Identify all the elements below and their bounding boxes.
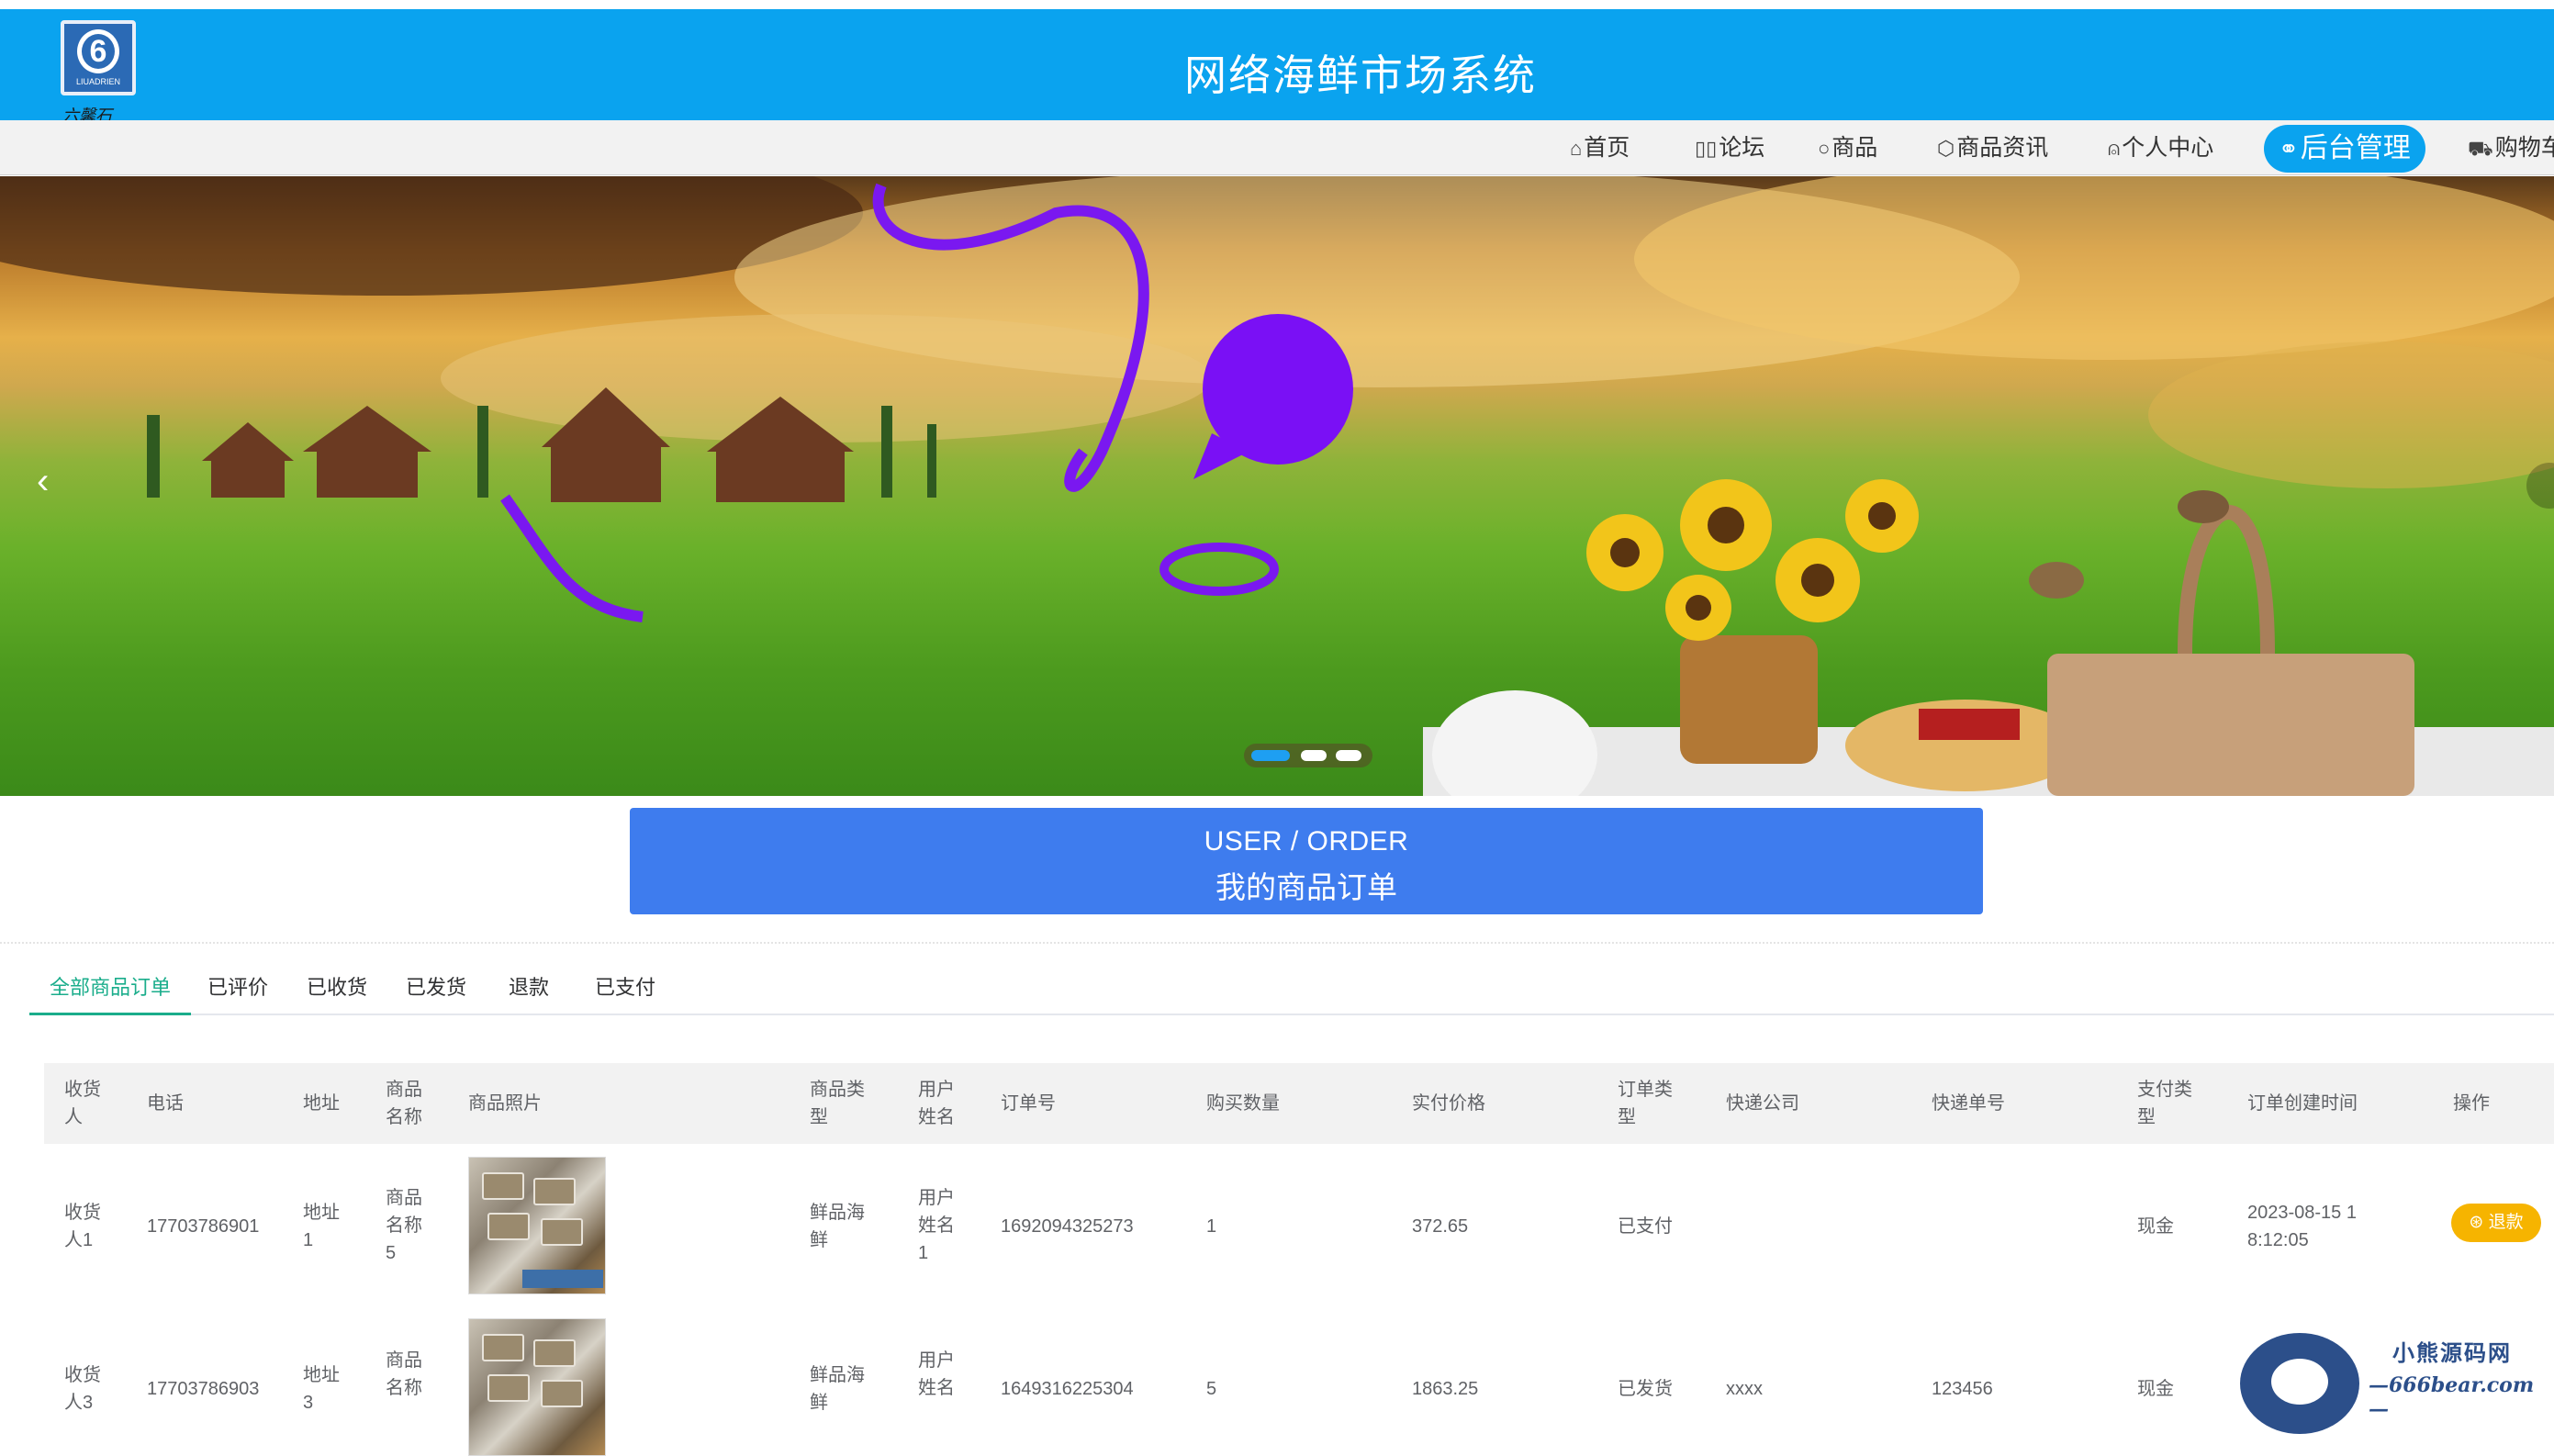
cell-address: 地址3 [303,1365,340,1413]
watermark: 小熊源码网 —666bear.com— [2231,1322,2554,1434]
cell-address: 地址1 [303,1203,340,1250]
carousel[interactable]: ‹ [0,176,2554,796]
section-divider [0,942,2554,944]
col-receiver: 收货人 [64,1080,101,1127]
tab-paid[interactable]: 已支付 [595,964,655,1015]
nav-label: 首页 [1584,135,1630,161]
carousel-indicators [1244,744,1372,767]
carousel-dot-2[interactable] [1301,750,1327,761]
tab-reviewed[interactable]: 已评价 [207,964,268,1015]
cell-product-name: 商品名称5 [386,1188,422,1263]
carousel-dot-1[interactable] [1251,750,1290,761]
order-tabs: 全部商品订单 已评价 已收货 已发货 退款 已支付 [29,964,2554,1015]
main-nav: ⌂首页 ▯▯论坛 ○商品 ⬡商品资讯 ⍝个人中心 ⚭后台管理 ⛟购物车 [0,120,2554,175]
nav-item-cart[interactable]: ⛟购物车 [2468,120,2554,175]
cell-user-name: 用户姓名 [918,1350,955,1398]
carousel-dot-3[interactable] [1336,750,1361,761]
cell-product-type: 鲜品海鲜 [810,1203,865,1250]
section-title-block: USER / ORDER 我的商品订单 [630,808,1983,914]
nav-item-goods[interactable]: ○商品 [1818,120,1877,175]
cell-receiver: 收货人1 [64,1203,101,1250]
link-icon: ⚭ [2279,135,2299,162]
cell-price: 1863.25 [1412,1379,1479,1399]
bear-logo-icon [2240,1333,2359,1434]
nav-item-user-center[interactable]: ⍝个人中心 [2108,120,2213,175]
forum-icon: ▯▯ [1695,137,1718,160]
carousel-prev-icon[interactable]: ‹ [37,461,49,502]
nav-label: 商品 [1831,135,1878,161]
site-title: 网络海鲜市场系统 [1184,51,1537,99]
nav-label: 个人中心 [2122,135,2214,161]
user-icon: ⍝ [2108,137,2121,160]
cell-quantity: 5 [1206,1379,1217,1399]
cart-icon: ⛟ [2468,137,2493,160]
cell-pay-type: 现金 [2137,1379,2174,1399]
tab-refund[interactable]: 退款 [509,964,549,1015]
nav-label: 后台管理 [2300,133,2411,163]
site-header: 6 LIUADRIEN 六馨石 网络海鲜市场系统 [0,9,2554,126]
product-photo[interactable] [468,1157,606,1294]
col-action: 操作 [2453,1093,2490,1114]
cell-user-name: 用户姓名1 [918,1188,955,1263]
section-title-en: USER / ORDER [1204,826,1409,857]
table-header: 收货人 电话 地址 商品名称 商品照片 商品类型 用户姓名 订单号 购买数量 实… [44,1063,2554,1144]
col-courier: 快递公司 [1726,1093,1799,1114]
col-product-name: 商品名称 [386,1080,422,1127]
col-price: 实付价格 [1412,1093,1485,1114]
watermark-url: —666bear.com— [2369,1373,2535,1421]
col-quantity: 购买数量 [1206,1093,1280,1114]
nav-label: 论坛 [1719,135,1765,161]
cell-pay-type: 现金 [2137,1216,2174,1237]
nav-item-news[interactable]: ⬡商品资讯 [1937,120,2048,175]
col-pay-type: 支付类型 [2137,1080,2192,1127]
refund-button[interactable]: ⊛ 退款 [2451,1204,2541,1242]
refund-button-label: 退款 [2488,1213,2524,1232]
cell-receiver: 收货人3 [64,1365,101,1413]
goods-icon: ○ [1818,137,1831,160]
cell-order-no: 1649316225304 [1001,1379,1134,1399]
col-order-type: 订单类型 [1618,1080,1673,1127]
col-tracking-no: 快递单号 [1932,1093,2005,1114]
cell-phone: 17703786901 [147,1216,260,1237]
nav-label: 购物车 [2494,135,2554,161]
tab-all-orders[interactable]: 全部商品订单 [29,964,192,1015]
section-title-cn: 我的商品订单 [1215,870,1397,904]
news-icon: ⬡ [1937,137,1955,160]
home-icon: ⌂ [1570,137,1583,160]
cell-product-type: 鲜品海鲜 [810,1365,865,1413]
nav-item-admin[interactable]: ⚭后台管理 [2264,125,2425,173]
carousel-slide-image [0,176,2554,796]
nav-item-home[interactable]: ⌂首页 [1570,120,1630,175]
nav-label: 商品资讯 [1956,135,2049,161]
cell-quantity: 1 [1206,1216,1217,1237]
col-user-name: 用户姓名 [918,1080,955,1127]
cell-phone: 17703786903 [147,1379,260,1399]
cell-order-no: 1692094325273 [1001,1216,1134,1237]
yuan-icon: ⊛ [2469,1213,2489,1232]
col-phone: 电话 [147,1093,184,1114]
col-created-time: 订单创建时间 [2247,1093,2358,1114]
cell-order-type: 已支付 [1618,1216,1673,1237]
col-order-no: 订单号 [1001,1093,1056,1114]
nav-item-forum[interactable]: ▯▯论坛 [1695,120,1764,175]
cell-courier: xxxx [1726,1379,1763,1399]
product-photo[interactable] [468,1318,606,1456]
cell-product-name: 商品名称 [386,1350,422,1398]
cell-order-type: 已发货 [1618,1379,1673,1399]
cell-created-time: 2023-08-15 18:12:05 [2247,1203,2357,1250]
cell-tracking-no: 123456 [1932,1379,1993,1399]
tab-shipped[interactable]: 已发货 [406,964,466,1015]
col-address: 地址 [303,1093,340,1114]
col-product-photo: 商品照片 [468,1093,542,1114]
tab-received[interactable]: 已收货 [307,964,367,1015]
watermark-name: 小熊源码网 [2392,1339,2512,1366]
cell-price: 372.65 [1412,1216,1469,1237]
col-product-type: 商品类型 [810,1080,865,1127]
